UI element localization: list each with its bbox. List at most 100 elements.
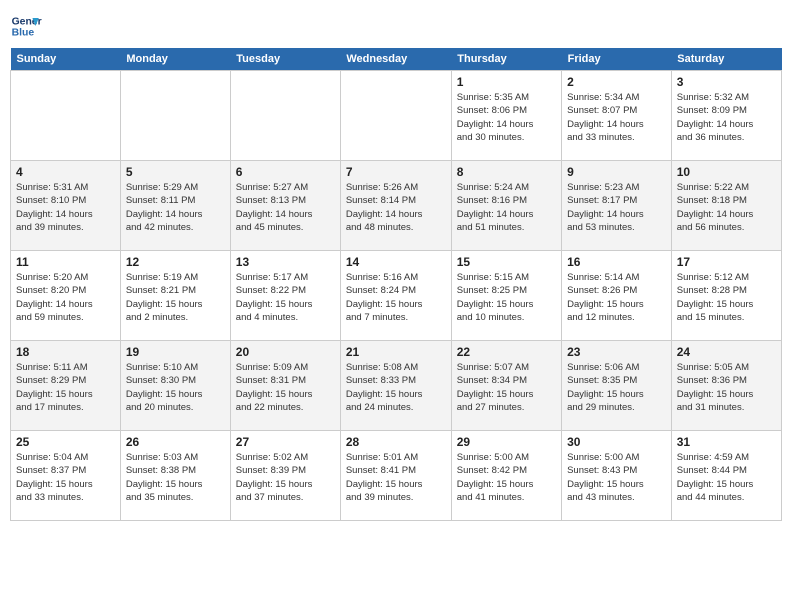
day-info: Sunrise: 5:23 AM Sunset: 8:17 PM Dayligh… [567,181,666,234]
day-cell-3: 3 Sunrise: 5:32 AM Sunset: 8:09 PM Daylig… [671,71,781,161]
day-info: Sunrise: 5:29 AM Sunset: 8:11 PM Dayligh… [126,181,225,234]
header-cell-sunday: Sunday [11,48,121,71]
header-cell-wednesday: Wednesday [340,48,451,71]
calendar-header: SundayMondayTuesdayWednesdayThursdayFrid… [11,48,782,71]
day-info: Sunrise: 5:26 AM Sunset: 8:14 PM Dayligh… [346,181,446,234]
empty-cell [230,71,340,161]
day-cell-27: 27 Sunrise: 5:02 AM Sunset: 8:39 PM Dayli… [230,431,340,521]
day-number: 5 [126,165,225,179]
day-cell-25: 25 Sunrise: 5:04 AM Sunset: 8:37 PM Dayli… [11,431,121,521]
day-number: 31 [677,435,776,449]
day-cell-17: 17 Sunrise: 5:12 AM Sunset: 8:28 PM Dayli… [671,251,781,341]
day-info: Sunrise: 5:03 AM Sunset: 8:38 PM Dayligh… [126,451,225,504]
day-number: 4 [16,165,115,179]
day-cell-16: 16 Sunrise: 5:14 AM Sunset: 8:26 PM Dayli… [562,251,672,341]
day-info: Sunrise: 5:07 AM Sunset: 8:34 PM Dayligh… [457,361,556,414]
week-row-4: 18 Sunrise: 5:11 AM Sunset: 8:29 PM Dayli… [11,341,782,431]
day-info: Sunrise: 5:15 AM Sunset: 8:25 PM Dayligh… [457,271,556,324]
day-info: Sunrise: 5:16 AM Sunset: 8:24 PM Dayligh… [346,271,446,324]
day-cell-24: 24 Sunrise: 5:05 AM Sunset: 8:36 PM Dayli… [671,341,781,431]
day-info: Sunrise: 5:02 AM Sunset: 8:39 PM Dayligh… [236,451,335,504]
day-info: Sunrise: 5:12 AM Sunset: 8:28 PM Dayligh… [677,271,776,324]
empty-cell [120,71,230,161]
day-number: 27 [236,435,335,449]
day-info: Sunrise: 5:31 AM Sunset: 8:10 PM Dayligh… [16,181,115,234]
day-cell-18: 18 Sunrise: 5:11 AM Sunset: 8:29 PM Dayli… [11,341,121,431]
day-cell-10: 10Sunrise: 5:22 AM Sunset: 8:18 PM Dayli… [671,161,781,251]
day-number: 23 [567,345,666,359]
day-cell-31: 31 Sunrise: 4:59 AM Sunset: 8:44 PM Dayli… [671,431,781,521]
day-number: 19 [126,345,225,359]
logo-icon: General Blue [10,10,42,42]
day-info: Sunrise: 5:05 AM Sunset: 8:36 PM Dayligh… [677,361,776,414]
day-number: 24 [677,345,776,359]
header-cell-tuesday: Tuesday [230,48,340,71]
day-number: 26 [126,435,225,449]
day-cell-4: 4 Sunrise: 5:31 AM Sunset: 8:10 PM Daylig… [11,161,121,251]
week-row-2: 4 Sunrise: 5:31 AM Sunset: 8:10 PM Daylig… [11,161,782,251]
day-cell-23: 23 Sunrise: 5:06 AM Sunset: 8:35 PM Dayli… [562,341,672,431]
day-cell-12: 12Sunrise: 5:19 AM Sunset: 8:21 PM Dayli… [120,251,230,341]
header-cell-friday: Friday [562,48,672,71]
day-info: Sunrise: 5:04 AM Sunset: 8:37 PM Dayligh… [16,451,115,504]
day-cell-29: 29 Sunrise: 5:00 AM Sunset: 8:42 PM Dayli… [451,431,561,521]
day-cell-11: 11Sunrise: 5:20 AM Sunset: 8:20 PM Dayli… [11,251,121,341]
day-info: Sunrise: 5:08 AM Sunset: 8:33 PM Dayligh… [346,361,446,414]
day-info: Sunrise: 5:06 AM Sunset: 8:35 PM Dayligh… [567,361,666,414]
day-number: 6 [236,165,335,179]
day-number: 14 [346,255,446,269]
header-cell-thursday: Thursday [451,48,561,71]
empty-cell [11,71,121,161]
day-number: 17 [677,255,776,269]
day-info: Sunrise: 5:10 AM Sunset: 8:30 PM Dayligh… [126,361,225,414]
day-info: Sunrise: 5:34 AM Sunset: 8:07 PM Dayligh… [567,91,666,144]
day-number: 29 [457,435,556,449]
header-cell-monday: Monday [120,48,230,71]
day-info: Sunrise: 5:32 AM Sunset: 8:09 PM Dayligh… [677,91,776,144]
day-cell-9: 9Sunrise: 5:23 AM Sunset: 8:17 PM Daylig… [562,161,672,251]
header-row: SundayMondayTuesdayWednesdayThursdayFrid… [11,48,782,71]
day-number: 28 [346,435,446,449]
day-cell-8: 8 Sunrise: 5:24 AM Sunset: 8:16 PM Daylig… [451,161,561,251]
calendar-table: SundayMondayTuesdayWednesdayThursdayFrid… [10,48,782,521]
day-info: Sunrise: 5:01 AM Sunset: 8:41 PM Dayligh… [346,451,446,504]
empty-cell [340,71,451,161]
day-number: 11 [16,255,115,269]
day-info: Sunrise: 5:35 AM Sunset: 8:06 PM Dayligh… [457,91,556,144]
header-cell-saturday: Saturday [671,48,781,71]
day-number: 20 [236,345,335,359]
day-number: 25 [16,435,115,449]
day-info: Sunrise: 4:59 AM Sunset: 8:44 PM Dayligh… [677,451,776,504]
day-cell-14: 14 Sunrise: 5:16 AM Sunset: 8:24 PM Dayli… [340,251,451,341]
week-row-5: 25 Sunrise: 5:04 AM Sunset: 8:37 PM Dayli… [11,431,782,521]
day-number: 30 [567,435,666,449]
day-info: Sunrise: 5:09 AM Sunset: 8:31 PM Dayligh… [236,361,335,414]
page-header: General Blue [10,10,782,42]
day-number: 3 [677,75,776,89]
day-cell-1: 1Sunrise: 5:35 AM Sunset: 8:06 PM Daylig… [451,71,561,161]
day-info: Sunrise: 5:14 AM Sunset: 8:26 PM Dayligh… [567,271,666,324]
day-info: Sunrise: 5:19 AM Sunset: 8:21 PM Dayligh… [126,271,225,324]
svg-text:Blue: Blue [12,28,35,39]
day-number: 18 [16,345,115,359]
day-info: Sunrise: 5:27 AM Sunset: 8:13 PM Dayligh… [236,181,335,234]
calendar-body: 1Sunrise: 5:35 AM Sunset: 8:06 PM Daylig… [11,71,782,521]
day-cell-26: 26 Sunrise: 5:03 AM Sunset: 8:38 PM Dayli… [120,431,230,521]
day-number: 13 [236,255,335,269]
day-info: Sunrise: 5:17 AM Sunset: 8:22 PM Dayligh… [236,271,335,324]
day-number: 15 [457,255,556,269]
logo: General Blue [10,10,46,42]
week-row-3: 11Sunrise: 5:20 AM Sunset: 8:20 PM Dayli… [11,251,782,341]
day-number: 16 [567,255,666,269]
day-cell-19: 19 Sunrise: 5:10 AM Sunset: 8:30 PM Dayli… [120,341,230,431]
day-info: Sunrise: 5:22 AM Sunset: 8:18 PM Dayligh… [677,181,776,234]
day-cell-5: 5 Sunrise: 5:29 AM Sunset: 8:11 PM Daylig… [120,161,230,251]
day-cell-13: 13 Sunrise: 5:17 AM Sunset: 8:22 PM Dayli… [230,251,340,341]
day-info: Sunrise: 5:24 AM Sunset: 8:16 PM Dayligh… [457,181,556,234]
day-number: 2 [567,75,666,89]
day-info: Sunrise: 5:11 AM Sunset: 8:29 PM Dayligh… [16,361,115,414]
day-cell-20: 20 Sunrise: 5:09 AM Sunset: 8:31 PM Dayli… [230,341,340,431]
day-info: Sunrise: 5:00 AM Sunset: 8:42 PM Dayligh… [457,451,556,504]
day-number: 8 [457,165,556,179]
week-row-1: 1Sunrise: 5:35 AM Sunset: 8:06 PM Daylig… [11,71,782,161]
